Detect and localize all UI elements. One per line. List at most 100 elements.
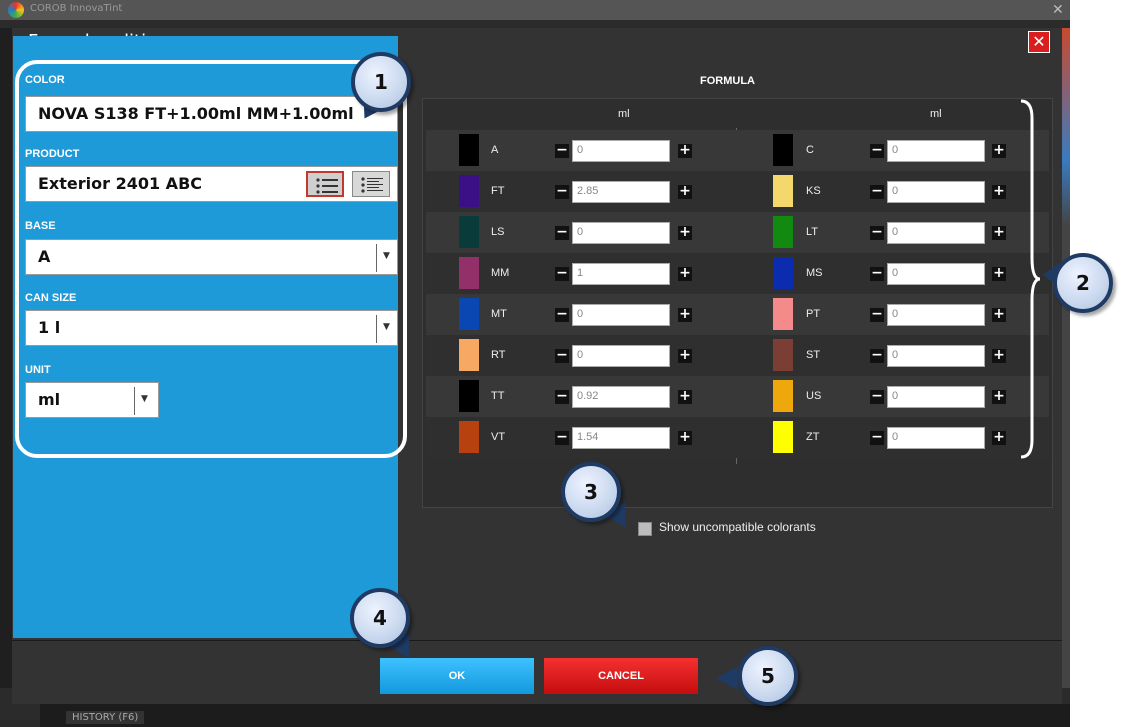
app-bottom-bar — [40, 704, 1070, 727]
decrement-button[interactable]: − — [555, 389, 569, 404]
colorant-amount-input[interactable]: 0 — [887, 181, 985, 203]
colorant-amount-input[interactable]: 0 — [887, 140, 985, 162]
colorant-code: FT — [491, 185, 505, 197]
colorant-swatch — [773, 380, 793, 412]
colorant-code: C — [806, 144, 814, 156]
colorant-code: US — [806, 390, 822, 402]
colorant-swatch — [459, 421, 479, 453]
colorant-code: ST — [806, 349, 821, 361]
colorant-amount-input[interactable]: 2.85 — [572, 181, 670, 203]
increment-button[interactable]: + — [992, 225, 1006, 240]
increment-button[interactable]: + — [678, 143, 692, 158]
increment-button[interactable]: + — [678, 266, 692, 281]
increment-button[interactable]: + — [678, 389, 692, 404]
decrement-button[interactable]: − — [870, 225, 884, 240]
colorant-code: PT — [806, 308, 821, 320]
history-tab[interactable]: HISTORY (F6) — [66, 711, 145, 724]
colorant-amount-input[interactable]: 0 — [887, 222, 985, 244]
colorant-swatch — [773, 421, 793, 453]
decrement-button[interactable]: − — [555, 430, 569, 445]
colorant-code: RT — [491, 349, 506, 361]
colorant-code: LS — [491, 226, 505, 238]
increment-button[interactable]: + — [992, 348, 1006, 363]
decrement-button[interactable]: − — [870, 184, 884, 199]
colorant-amount-input[interactable]: 1 — [572, 263, 670, 285]
show-uncompatible-label: Show uncompatible colorants — [659, 520, 816, 534]
footer-divider — [12, 640, 1062, 641]
colorant-swatch — [773, 216, 793, 248]
colorant-swatch — [459, 216, 479, 248]
colorant-code: VT — [491, 431, 506, 443]
colorant-code: TT — [491, 390, 505, 402]
colorant-amount-input[interactable]: 0 — [572, 222, 670, 244]
increment-button[interactable]: + — [992, 430, 1006, 445]
increment-button[interactable]: + — [992, 307, 1006, 322]
increment-button[interactable]: + — [678, 225, 692, 240]
colorant-code: A — [491, 144, 499, 156]
decrement-button[interactable]: − — [555, 307, 569, 322]
decrement-button[interactable]: − — [870, 266, 884, 281]
right-unit-header: ml — [930, 108, 942, 120]
decrement-button[interactable]: − — [555, 266, 569, 281]
formula-title: FORMULA — [700, 75, 755, 87]
colorant-amount-input[interactable]: 0 — [572, 140, 670, 162]
colorant-code: ZT — [806, 431, 820, 443]
callout-1: 1 — [351, 52, 411, 112]
decrement-button[interactable]: − — [870, 143, 884, 158]
increment-button[interactable]: + — [992, 143, 1006, 158]
close-icon[interactable]: ✕ — [1028, 31, 1050, 53]
decrement-button[interactable]: − — [870, 348, 884, 363]
colorant-amount-input[interactable]: 0 — [572, 345, 670, 367]
colorant-swatch — [459, 134, 479, 166]
colorant-swatch — [773, 257, 793, 289]
increment-button[interactable]: + — [678, 184, 692, 199]
callout-tail — [716, 666, 738, 690]
decrement-button[interactable]: − — [870, 307, 884, 322]
colorant-code: MS — [806, 267, 823, 279]
colorant-amount-input[interactable]: 0 — [887, 386, 985, 408]
increment-button[interactable]: + — [678, 307, 692, 322]
app-close-icon[interactable]: ✕ — [1052, 2, 1064, 18]
colorant-amount-input[interactable]: 0 — [887, 427, 985, 449]
colorant-swatch — [773, 134, 793, 166]
app-title: COROB InnovaTint — [30, 3, 123, 14]
show-uncompatible-checkbox[interactable] — [638, 522, 652, 536]
colorant-swatch — [773, 175, 793, 207]
right-brace-icon — [1020, 99, 1041, 459]
cancel-button[interactable]: CANCEL — [544, 658, 698, 694]
colorant-amount-input[interactable]: 1.54 — [572, 427, 670, 449]
ok-button[interactable]: OK — [380, 658, 534, 694]
annotation-highlight-box — [15, 60, 407, 458]
colorant-amount-input[interactable]: 0 — [887, 263, 985, 285]
colorant-swatch — [459, 380, 479, 412]
increment-button[interactable]: + — [992, 184, 1006, 199]
decrement-button[interactable]: − — [870, 430, 884, 445]
colorant-amount-input[interactable]: 0 — [572, 304, 670, 326]
left-unit-header: ml — [618, 108, 630, 120]
increment-button[interactable]: + — [678, 430, 692, 445]
increment-button[interactable]: + — [678, 348, 692, 363]
decrement-button[interactable]: − — [555, 143, 569, 158]
decrement-button[interactable]: − — [870, 389, 884, 404]
decrement-button[interactable]: − — [555, 225, 569, 240]
colorant-swatch — [459, 175, 479, 207]
callout-2: 2 — [1053, 253, 1113, 313]
colorant-code: MT — [491, 308, 507, 320]
colorant-code: LT — [806, 226, 819, 238]
decrement-button[interactable]: − — [555, 184, 569, 199]
increment-button[interactable]: + — [992, 389, 1006, 404]
decrement-button[interactable]: − — [555, 348, 569, 363]
colorant-swatch — [773, 339, 793, 371]
colorant-amount-input[interactable]: 0 — [887, 345, 985, 367]
colorant-code: KS — [806, 185, 821, 197]
colorant-amount-input[interactable]: 0.92 — [572, 386, 670, 408]
callout-4: 4 — [350, 588, 410, 648]
callout-3: 3 — [561, 462, 621, 522]
colorant-swatch — [459, 339, 479, 371]
app-titlebar: COROB InnovaTint ✕ — [0, 0, 1070, 20]
app-logo-icon — [8, 2, 24, 18]
colorant-amount-input[interactable]: 0 — [887, 304, 985, 326]
colorant-code: MM — [491, 267, 510, 279]
increment-button[interactable]: + — [992, 266, 1006, 281]
app-left-strip — [0, 28, 12, 688]
